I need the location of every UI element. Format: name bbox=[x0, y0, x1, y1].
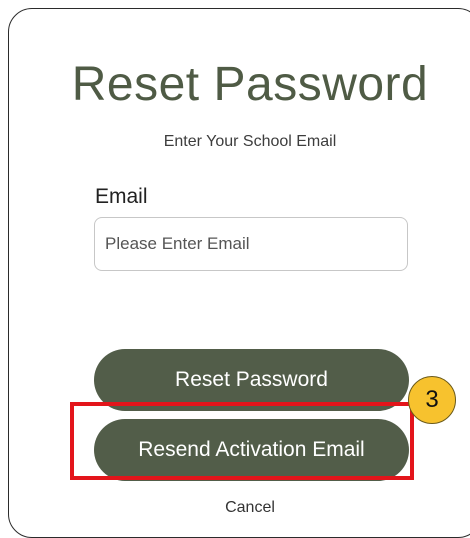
reset-password-button[interactable]: Reset Password bbox=[94, 349, 409, 411]
step-number-badge: 3 bbox=[408, 376, 456, 424]
cancel-link[interactable]: Cancel bbox=[9, 499, 470, 517]
reset-password-card: Reset Password Enter Your School Email E… bbox=[8, 8, 470, 538]
email-field[interactable] bbox=[94, 217, 408, 271]
page-subtitle: Enter Your School Email bbox=[163, 133, 337, 150]
resend-activation-email-button[interactable]: Resend Activation Email bbox=[94, 419, 409, 481]
email-label: Email bbox=[95, 185, 148, 208]
page-title: Reset Password bbox=[71, 58, 429, 111]
